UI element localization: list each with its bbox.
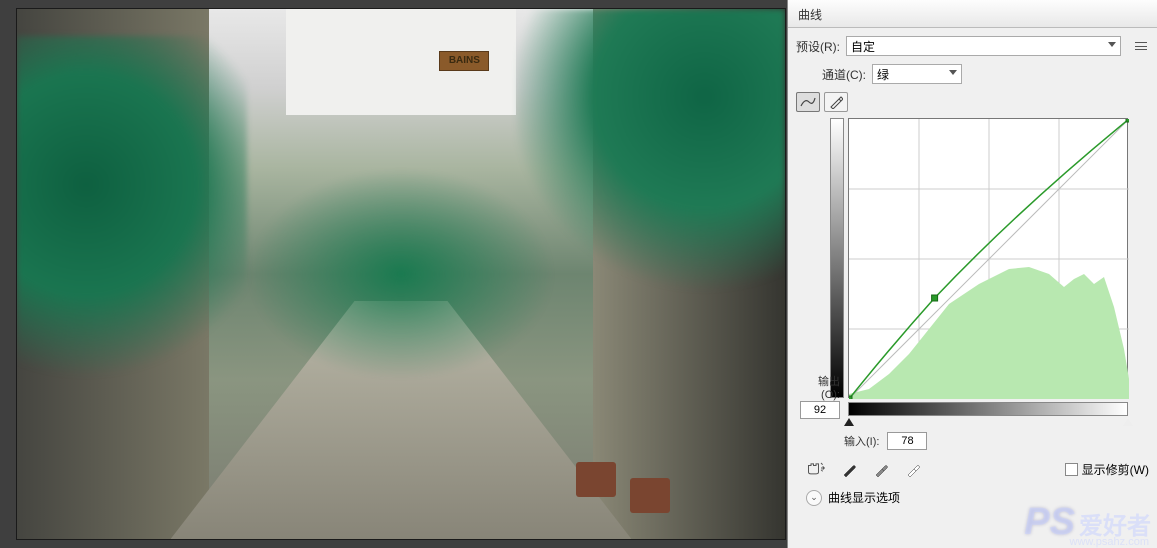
black-eyedropper[interactable]: [840, 461, 858, 479]
input-gradient: [848, 402, 1128, 416]
edited-image: BAINS: [17, 9, 785, 539]
white-eyedropper[interactable]: [904, 461, 922, 479]
target-adjust-button[interactable]: [806, 460, 826, 479]
curves-dialog: 曲线 预设(R): 自定 通道(C): 绿: [787, 0, 1157, 548]
curve-icon: [800, 96, 816, 108]
channel-value: 绿: [877, 66, 889, 83]
show-clipping-checkbox[interactable]: [1065, 463, 1078, 476]
black-point-slider[interactable]: [844, 418, 854, 426]
preset-select[interactable]: 自定: [846, 36, 1121, 56]
dialog-title: 曲线: [788, 0, 1157, 28]
channel-select[interactable]: 绿: [872, 64, 962, 84]
histogram: [849, 267, 1129, 399]
curve-mode-button[interactable]: [796, 92, 820, 112]
output-field[interactable]: [800, 401, 840, 419]
pencil-icon: [829, 95, 843, 109]
expand-options-button[interactable]: ⌄: [806, 490, 822, 506]
chevron-down-icon: [1108, 42, 1116, 47]
curves-graph[interactable]: [848, 118, 1128, 398]
input-field[interactable]: [887, 432, 927, 450]
curve-point-highlight[interactable]: [1126, 119, 1129, 122]
preset-menu-button[interactable]: [1133, 38, 1149, 54]
output-gradient: [830, 118, 844, 398]
channel-label: 通道(C):: [822, 66, 866, 83]
document-canvas[interactable]: BAINS: [16, 8, 786, 540]
display-options-label: 曲线显示选项: [828, 489, 900, 506]
preset-value: 自定: [851, 38, 875, 55]
pencil-mode-button[interactable]: [824, 92, 848, 112]
show-clipping-label: 显示修剪(W): [1082, 461, 1149, 478]
watermark-url: www.psahz.com: [1070, 536, 1149, 548]
chevron-down-icon: [949, 70, 957, 75]
curve-point-mid[interactable]: [932, 295, 938, 301]
gray-eyedropper[interactable]: [872, 461, 890, 479]
curve-point-shadow[interactable]: [849, 396, 852, 399]
white-point-slider[interactable]: [1123, 418, 1133, 426]
output-label: 输出(O):: [800, 373, 844, 401]
street-sign: BAINS: [439, 51, 489, 71]
preset-label: 预设(R):: [796, 38, 840, 55]
input-label: 输入(I):: [844, 433, 879, 449]
